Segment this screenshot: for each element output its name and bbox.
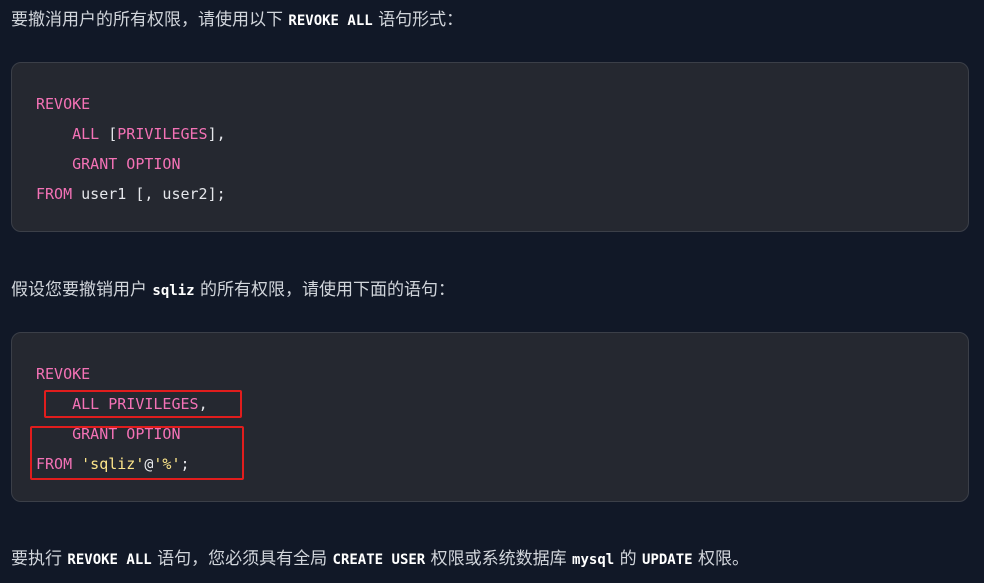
- intro-paragraph: 要撤消用户的所有权限，请使用以下 REVOKE ALL 语句形式：: [11, 7, 463, 34]
- code-text: [: [99, 125, 118, 143]
- footer-code-revoke-all: REVOKE ALL: [67, 552, 152, 568]
- code-keyword: PRIVILEGES: [117, 125, 208, 143]
- footer-text-1: 要执行: [11, 549, 62, 569]
- middle-paragraph: 假设您要撤销用户 sqliz 的所有权限，请使用下面的语句：: [11, 277, 455, 304]
- article-page: 要撤消用户的所有权限，请使用以下 REVOKE ALL 语句形式： REVOKE…: [0, 0, 984, 583]
- code-line: GRANT OPTION: [36, 149, 181, 179]
- footer-paragraph: 要执行 REVOKE ALL 语句，您必须具有全局 CREATE USER 权限…: [11, 546, 749, 573]
- code-keyword: GRANT OPTION: [72, 155, 181, 173]
- code-line: REVOKE: [36, 359, 90, 389]
- middle-text-prefix: 假设您要撤销用户: [11, 280, 147, 300]
- code-line: ALL [PRIVILEGES],: [36, 119, 226, 149]
- highlight-box-all-privileges: [44, 390, 242, 418]
- code-line: REVOKE: [36, 89, 90, 119]
- code-line: FROM user1 [, user2];: [36, 179, 226, 209]
- footer-text-3: 权限或系统数据库: [430, 549, 567, 569]
- middle-text-suffix: 的所有权限，请使用下面的语句：: [199, 280, 455, 300]
- syntax-code-block[interactable]: REVOKE ALL [PRIVILEGES], GRANT OPTION FR…: [11, 62, 969, 232]
- code-text: ],: [207, 125, 226, 143]
- code-keyword: FROM: [36, 185, 73, 203]
- footer-code-update: UPDATE: [642, 552, 693, 568]
- highlight-box-grant-from: [30, 426, 244, 480]
- footer-text-4: 的: [619, 549, 637, 569]
- footer-text-2: 语句，您必须具有全局: [157, 549, 328, 569]
- footer-text-5: 权限。: [698, 549, 749, 569]
- intro-inline-code: REVOKE ALL: [288, 13, 373, 29]
- code-keyword: REVOKE: [36, 95, 91, 113]
- code-keyword: REVOKE: [36, 365, 91, 383]
- footer-code-create-user: CREATE USER: [332, 552, 426, 568]
- middle-inline-code: sqliz: [152, 283, 195, 299]
- code-text: user1 [, user2];: [72, 185, 226, 203]
- code-keyword: ALL: [72, 125, 100, 143]
- footer-code-mysql: mysql: [572, 552, 615, 568]
- intro-text-suffix: 语句形式：: [378, 10, 464, 30]
- intro-text-prefix: 要撤消用户的所有权限，请使用以下: [11, 10, 283, 30]
